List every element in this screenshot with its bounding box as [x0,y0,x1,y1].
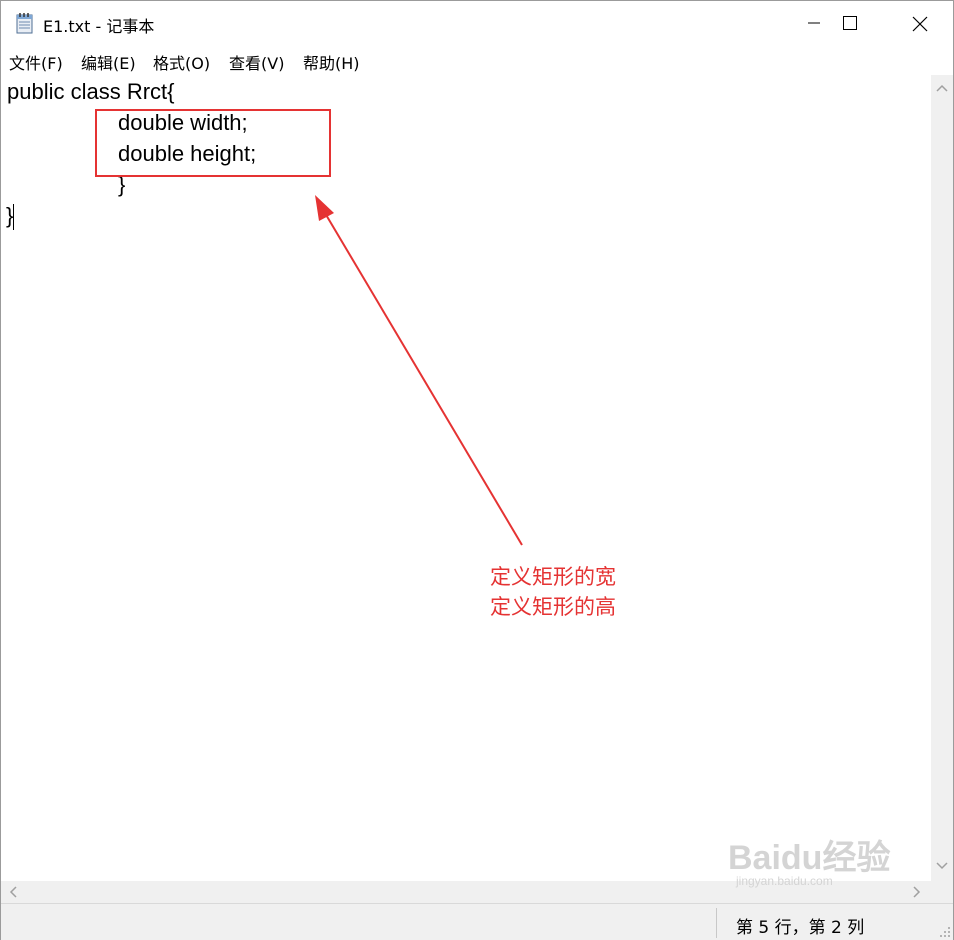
scroll-down-icon[interactable] [936,862,948,870]
text-editor-area[interactable] [1,75,931,881]
maximize-icon [843,16,857,30]
menu-file[interactable]: 文件(F) [9,50,63,74]
watermark-brand: Baidu经验 [728,839,891,877]
menu-view[interactable]: 查看(V) [229,50,284,74]
menu-edit[interactable]: 编辑(E) [81,50,136,74]
menu-bar: 文件(F) 编辑(E) 格式(O) 查看(V) 帮助(H) [1,45,953,75]
notepad-icon [15,12,35,34]
close-icon [912,16,928,32]
text-caret [13,204,14,230]
scroll-left-icon[interactable] [9,886,17,898]
minimize-icon [808,22,820,24]
resize-grip-icon[interactable] [939,926,951,938]
annotation-line-height: 定义矩形的高 [490,595,616,619]
annotation-line-width: 定义矩形的宽 [490,565,616,589]
scroll-up-icon[interactable] [936,84,948,92]
title-bar[interactable]: E1.txt - 记事本 [1,1,953,45]
watermark-url: jingyan.baidu.com [736,874,833,888]
highlight-box [95,109,331,177]
scroll-right-icon[interactable] [913,886,921,898]
menu-help[interactable]: 帮助(H) [303,50,360,74]
vertical-scrollbar[interactable] [931,75,953,881]
cursor-position: 第 5 行，第 2 列 [736,918,865,938]
status-bar: 第 5 行，第 2 列 [1,903,953,940]
close-button[interactable] [896,1,942,45]
menu-format[interactable]: 格式(O) [153,50,210,74]
code-line-1: public class Rrct{ [7,79,175,104]
window-title: E1.txt - 记事本 [43,17,155,36]
status-divider [716,908,717,938]
scrollbar-corner [931,881,953,903]
annotation-text: 定义矩形的宽 定义矩形的高 [490,562,616,622]
maximize-button[interactable] [827,1,873,45]
